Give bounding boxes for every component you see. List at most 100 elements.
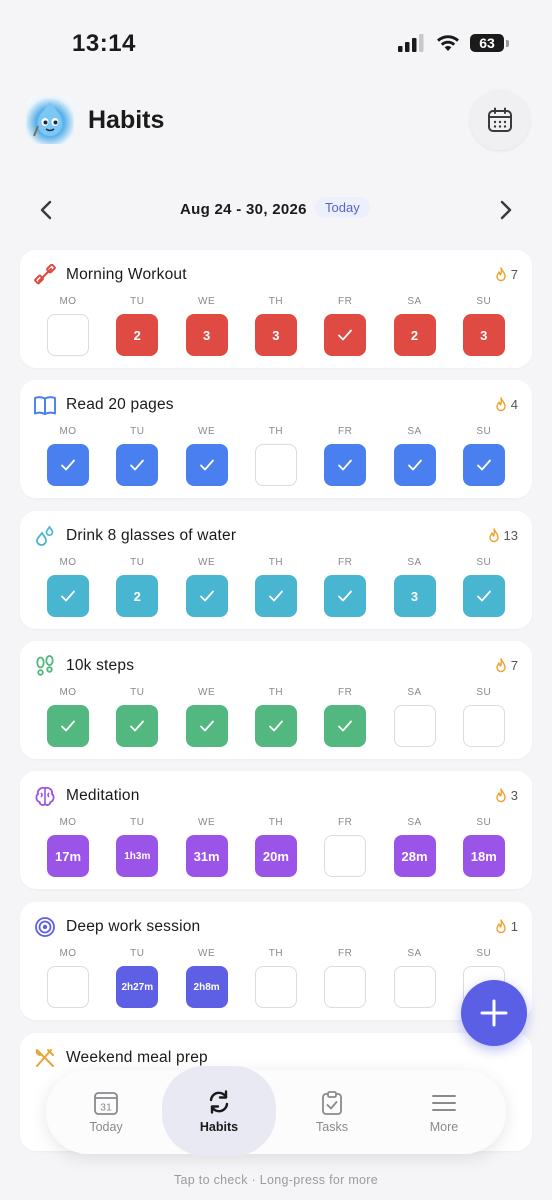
tab-more[interactable]: More	[388, 1070, 500, 1154]
day-column: SU 18m	[462, 817, 506, 877]
day-checkbox[interactable]	[254, 575, 297, 617]
day-column: TU 1h3m	[115, 817, 159, 877]
day-column: WE	[185, 426, 229, 486]
day-label: MO	[59, 817, 77, 828]
day-checkbox[interactable]	[116, 444, 159, 486]
streak-value: 7	[510, 267, 518, 282]
day-checkbox[interactable]	[47, 966, 89, 1008]
day-checkbox[interactable]	[185, 444, 228, 486]
day-checkbox[interactable]: 2	[116, 314, 159, 356]
day-checkbox[interactable]	[254, 966, 297, 1008]
day-label: WE	[198, 426, 216, 437]
day-column: SA	[393, 687, 437, 747]
tab-today-label: Today	[89, 1120, 123, 1134]
day-checkbox[interactable]	[47, 314, 89, 356]
day-column: WE	[185, 687, 229, 747]
day-label: WE	[198, 557, 216, 568]
day-value: 2h8m	[193, 981, 220, 993]
day-checkbox[interactable]: 17m	[47, 835, 89, 877]
day-value: 3	[202, 327, 211, 343]
day-column: FR	[323, 817, 367, 877]
day-column: SU	[462, 426, 506, 486]
day-checkbox[interactable]	[462, 575, 505, 617]
habit-card[interactable]: Read 20 pages 4 MO TU WE TH FR SA SU	[20, 380, 532, 498]
day-checkbox[interactable]	[324, 575, 367, 617]
day-checkbox[interactable]: 2h8m	[185, 966, 228, 1008]
next-week-button[interactable]	[492, 196, 520, 224]
day-column: TH	[254, 426, 298, 486]
checkmark-icon	[199, 720, 214, 732]
streak-count: 3	[495, 788, 518, 803]
day-label: TH	[268, 687, 284, 698]
day-checkbox[interactable]	[324, 835, 367, 877]
day-column: WE 3	[185, 296, 229, 356]
day-column: MO	[46, 948, 90, 1008]
mascot-icon	[33, 102, 62, 137]
habit-card[interactable]: Deep work session 1 MO TU 2h27m WE 2h8m T…	[20, 902, 532, 1020]
day-column: TU 2h27m	[115, 948, 159, 1008]
day-label: TH	[268, 426, 284, 437]
day-checkbox[interactable]	[47, 575, 89, 617]
app-header: Habits	[0, 90, 552, 156]
day-checkbox[interactable]	[393, 444, 436, 486]
avatar[interactable]	[26, 96, 74, 144]
cellular-signal-icon	[398, 34, 424, 52]
day-checkbox[interactable]	[393, 705, 436, 747]
habit-name: Deep work session	[66, 918, 201, 935]
day-checkbox[interactable]	[324, 444, 367, 486]
calendar-31-icon: 31	[94, 1092, 118, 1115]
add-habit-button[interactable]	[461, 980, 527, 1046]
day-checkbox[interactable]: 20m	[254, 835, 297, 877]
day-checkbox[interactable]: 3	[393, 575, 436, 617]
tab-more-label: More	[429, 1120, 459, 1134]
habit-card[interactable]: Meditation 3 MO 17m TU 1h3m WE 31m TH 20m…	[20, 771, 532, 889]
calendar-icon	[488, 107, 512, 132]
day-checkbox[interactable]: 28m	[393, 835, 436, 877]
day-checkbox[interactable]	[47, 705, 89, 747]
checkmark-icon	[338, 590, 353, 602]
day-label: MO	[59, 948, 77, 959]
day-checkbox[interactable]	[393, 966, 436, 1008]
day-checkbox[interactable]: 2	[116, 575, 159, 617]
calendar-button[interactable]	[470, 90, 530, 150]
day-checkbox[interactable]	[324, 966, 367, 1008]
day-checkbox[interactable]: 3	[185, 314, 228, 356]
day-checkbox[interactable]	[254, 705, 297, 747]
day-checkbox[interactable]	[462, 705, 505, 747]
day-checkbox[interactable]: 1h3m	[116, 835, 159, 877]
day-label: TU	[130, 426, 145, 437]
flame-icon	[496, 658, 506, 673]
day-checkbox[interactable]	[116, 705, 159, 747]
chevron-right-icon	[500, 200, 512, 220]
day-checkbox[interactable]: 2h27m	[116, 966, 159, 1008]
day-checkbox[interactable]	[47, 444, 89, 486]
day-checkbox[interactable]: 3	[462, 314, 505, 356]
day-label: MO	[59, 687, 77, 698]
day-checkbox[interactable]	[324, 705, 367, 747]
day-value: 3	[272, 327, 280, 343]
streak-count: 13	[488, 528, 518, 543]
day-checkbox[interactable]	[324, 314, 367, 356]
refresh-icon	[209, 1090, 229, 1114]
day-checkbox[interactable]	[185, 575, 228, 617]
day-checkbox[interactable]: 18m	[462, 835, 505, 877]
day-checkbox[interactable]: 31m	[185, 835, 228, 877]
tab-today[interactable]: 31 Today	[50, 1070, 162, 1154]
today-button[interactable]: Today	[315, 197, 370, 218]
day-column: SA	[393, 426, 437, 486]
day-checkbox[interactable]: 2	[393, 314, 436, 356]
previous-week-button[interactable]	[32, 196, 60, 224]
day-checkbox[interactable]	[254, 444, 297, 486]
habit-card[interactable]: 10k steps 7 MO TU WE TH FR SA SU	[20, 641, 532, 759]
flame-icon	[496, 788, 506, 803]
day-checkbox[interactable]	[462, 444, 505, 486]
tab-habits[interactable]: Habits	[162, 1066, 276, 1156]
day-value: 2	[133, 588, 141, 604]
day-label: SU	[476, 817, 492, 828]
tab-tasks[interactable]: Tasks	[276, 1070, 388, 1154]
habit-card[interactable]: Morning Workout 7 MO TU 2 WE 3 TH 3 FR SA…	[20, 250, 532, 368]
day-checkbox[interactable]: 3	[254, 314, 297, 356]
day-checkbox[interactable]	[185, 705, 228, 747]
habit-card[interactable]: Drink 8 glasses of water 13 MO TU 2 WE TH…	[20, 511, 532, 629]
day-value: 31m	[193, 848, 220, 864]
